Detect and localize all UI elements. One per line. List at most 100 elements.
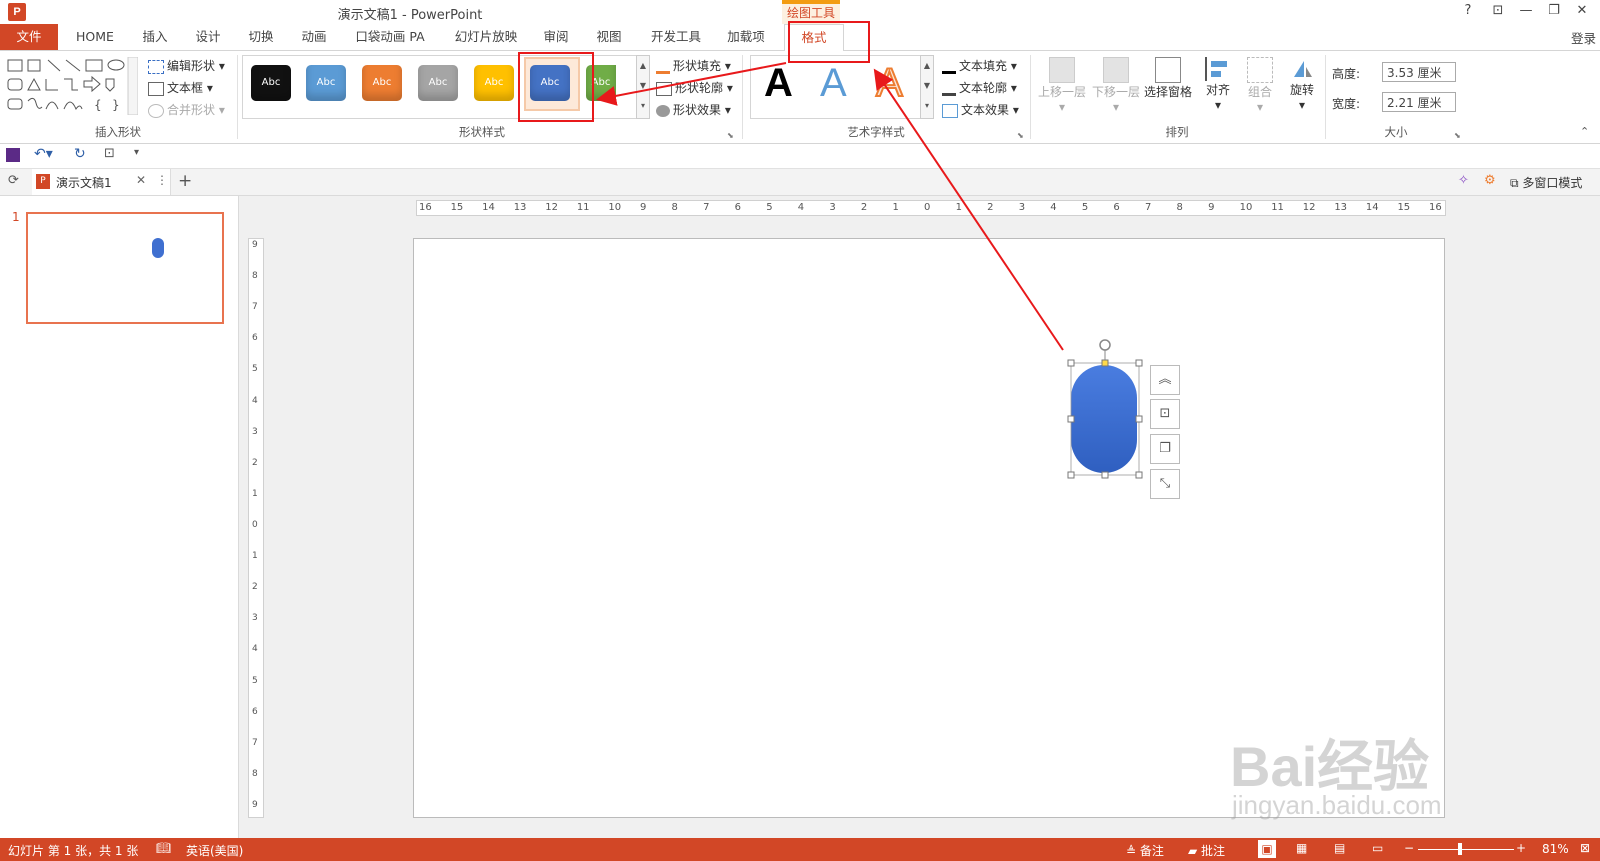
send-backward-button[interactable]: 下移一层 ▾: [1090, 57, 1142, 114]
ruler-tick-label: 5: [252, 675, 258, 686]
close-button[interactable]: ✕: [1571, 2, 1593, 20]
ruler-tick-label: 14: [1365, 202, 1379, 213]
zoom-in-icon[interactable]: +: [1516, 841, 1526, 855]
wordart-style-orange-outline[interactable]: A: [875, 60, 904, 106]
rotate-button[interactable]: 旋转 ▾: [1282, 57, 1322, 112]
merge-shapes-button[interactable]: 合并形状 ▾: [148, 101, 225, 118]
ruler-tick-label: 2: [987, 202, 994, 213]
height-input[interactable]: 3.53 厘米: [1382, 62, 1456, 82]
shape-resize-icon[interactable]: ⤡: [1150, 469, 1180, 499]
shapes-gallery[interactable]: {}: [6, 56, 139, 116]
dialog-launcher-icon[interactable]: ⬊: [1454, 131, 1461, 140]
shape-style-black[interactable]: Abc: [251, 65, 291, 101]
language-status[interactable]: 英语(美国): [186, 842, 243, 859]
selection-pane-button[interactable]: 选择窗格: [1140, 57, 1196, 100]
ruler-tick-label: 11: [576, 202, 590, 213]
tab-addins[interactable]: 加载项: [718, 24, 774, 50]
reading-view-icon[interactable]: ▤: [1334, 841, 1345, 855]
shape-style-gray[interactable]: Abc: [418, 65, 458, 101]
ruler-tick-label: 2: [860, 202, 868, 213]
notes-button[interactable]: ≜ 备注: [1126, 842, 1164, 859]
wordart-scroll[interactable]: ▲ ▼ ▾: [920, 55, 934, 119]
spellcheck-icon[interactable]: 📖︎: [156, 841, 171, 855]
collapse-ribbon-icon[interactable]: ⌃: [1580, 125, 1589, 138]
tab-menu-icon[interactable]: ⋮: [156, 173, 168, 187]
tab-transitions[interactable]: 切换: [236, 24, 286, 50]
login-link[interactable]: 登录: [1571, 28, 1596, 47]
tab-insert[interactable]: 插入: [130, 24, 180, 50]
restore-button[interactable]: ❐: [1543, 2, 1565, 20]
ribbon-display-options-button[interactable]: ⊡: [1487, 2, 1509, 20]
slide-thumbnail[interactable]: [26, 212, 224, 324]
tab-animations[interactable]: 动画: [289, 24, 339, 50]
textbox-button[interactable]: 文本框 ▾: [148, 79, 213, 96]
ruler-tick-label: 5: [766, 202, 773, 213]
present-icon[interactable]: ⊡: [104, 146, 115, 161]
undo-icon[interactable]: ↶▾: [34, 146, 53, 162]
textbox-label: 文本框: [167, 81, 204, 95]
tab-file[interactable]: 文件: [0, 24, 58, 50]
edit-shape-icon: [148, 59, 164, 74]
notes-label: 备注: [1139, 844, 1164, 858]
tab-home[interactable]: HOME: [66, 24, 124, 50]
tab-pocket-animation[interactable]: 口袋动画 PA: [350, 24, 430, 50]
zoom-slider-thumb[interactable]: [1458, 843, 1462, 855]
zoom-out-icon[interactable]: −: [1404, 841, 1414, 855]
normal-view-icon[interactable]: ▣: [1258, 840, 1276, 858]
shape-styles-scroll[interactable]: ▲ ▼ ▾: [636, 55, 650, 119]
group-button[interactable]: 组合 ▾: [1240, 57, 1280, 114]
edit-shape-button[interactable]: 编辑形状 ▾: [148, 57, 225, 74]
slide-sorter-icon[interactable]: ▦: [1296, 841, 1307, 855]
fit-to-window-icon[interactable]: ⊠: [1580, 841, 1590, 855]
width-input[interactable]: 2.21 厘米: [1382, 92, 1456, 112]
selection-pane-icon: [1155, 57, 1181, 83]
ruler-tick-label: 6: [252, 333, 258, 344]
dialog-launcher-icon[interactable]: ⬊: [727, 131, 734, 140]
tab-slideshow[interactable]: 幻灯片放映: [448, 24, 524, 50]
text-fill-button[interactable]: 文本填充 ▾: [942, 57, 1017, 74]
history-icon[interactable]: ⟳: [8, 173, 19, 188]
help-button[interactable]: ?: [1457, 2, 1479, 20]
shape-outline-button[interactable]: 形状轮廓 ▾: [656, 79, 733, 96]
minimize-button[interactable]: —: [1515, 2, 1537, 20]
tab-view[interactable]: 视图: [585, 24, 633, 50]
multiwindow-mode-label: 多窗口模式: [1522, 176, 1583, 190]
tab-review[interactable]: 审阅: [532, 24, 580, 50]
rotate-label: 旋转: [1289, 83, 1314, 97]
dialog-launcher-icon[interactable]: ⬊: [1017, 131, 1024, 140]
align-button[interactable]: 对齐 ▾: [1198, 57, 1238, 112]
customize-qat-icon[interactable]: ▾: [134, 147, 139, 158]
shape-fill-button[interactable]: 形状填充 ▾: [656, 57, 731, 74]
wordart-style-black[interactable]: A: [764, 61, 793, 106]
multiwindow-mode-button[interactable]: ⧉ 多窗口模式: [1510, 174, 1582, 191]
tab-design[interactable]: 设计: [183, 24, 233, 50]
redo-icon[interactable]: ↻: [74, 146, 86, 162]
shape-anchor-icon[interactable]: ⊡: [1150, 399, 1180, 429]
bring-forward-button[interactable]: 上移一层 ▾: [1036, 57, 1088, 114]
shape-effects-button[interactable]: 形状效果 ▾: [656, 101, 731, 118]
layout-options-icon[interactable]: ︽: [1150, 365, 1180, 395]
wordart-style-blue[interactable]: A: [820, 61, 847, 106]
magic-wand-icon[interactable]: ✧: [1458, 173, 1469, 188]
text-effects-icon: [942, 103, 958, 118]
ruler-tick-label: 7: [703, 202, 710, 213]
tab-developer[interactable]: 开发工具: [644, 24, 708, 50]
slideshow-view-icon[interactable]: ▭: [1372, 841, 1383, 855]
shape-style-blue[interactable]: Abc: [306, 65, 346, 101]
ruler-tick-label: 11: [1271, 202, 1284, 213]
shape-style-gold[interactable]: Abc: [474, 65, 514, 101]
new-tab-icon[interactable]: +: [178, 171, 192, 191]
zoom-level[interactable]: 81%: [1542, 842, 1569, 856]
shape-style-orange[interactable]: Abc: [362, 65, 402, 101]
comments-button[interactable]: ▰ 批注: [1188, 842, 1225, 859]
shape-styles-quick-icon[interactable]: ❐: [1150, 434, 1180, 464]
save-icon[interactable]: [6, 148, 20, 162]
zoom-slider-track[interactable]: [1418, 849, 1514, 850]
text-effects-button[interactable]: 文本效果 ▾: [942, 101, 1019, 118]
close-tab-icon[interactable]: ✕: [136, 173, 146, 187]
settings-gear-icon[interactable]: ⚙: [1484, 173, 1496, 188]
selected-rounded-rectangle-shape[interactable]: [1060, 333, 1160, 483]
text-outline-button[interactable]: 文本轮廓 ▾: [942, 79, 1017, 96]
document-tab[interactable]: P 演示文稿1 ✕ ⋮: [32, 169, 171, 195]
slide-number: 1: [12, 210, 20, 224]
